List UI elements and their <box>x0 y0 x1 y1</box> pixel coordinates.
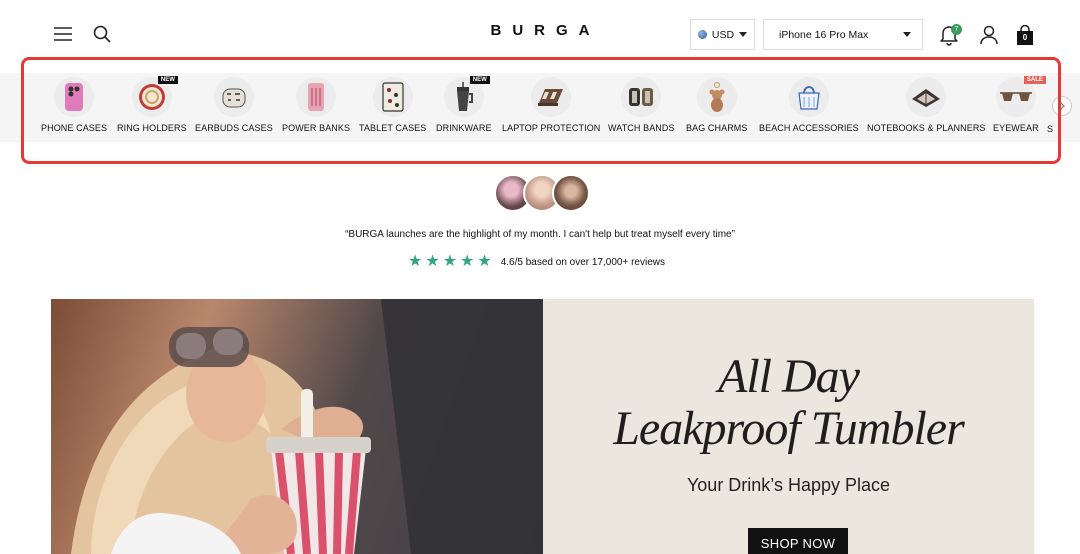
rating-text[interactable]: 4.6/5 based on over 17,000+ reviews <box>501 257 665 268</box>
category-bag-charms[interactable]: BAG CHARMS <box>686 77 748 133</box>
star-icon: ★ <box>442 253 458 270</box>
avatar <box>552 174 590 212</box>
star-icon: ★ <box>408 253 423 270</box>
category-earbuds-cases[interactable]: EARBUDS CASES <box>195 77 273 133</box>
search-icon[interactable] <box>89 22 115 46</box>
new-badge: NEW <box>469 76 490 84</box>
hero-banner[interactable]: All Day Leakproof Tumbler Your Drink’s H… <box>51 299 1034 554</box>
device-model-value: iPhone 16 Pro Max <box>779 28 869 41</box>
notebook-icon <box>906 77 947 117</box>
currency-value: USD <box>711 28 735 41</box>
category-notebooks-planners[interactable]: NOTEBOOKS & PLANNERS <box>867 77 986 133</box>
category-label: PHONE CASES <box>41 123 108 133</box>
category-label: EYEWEAR <box>993 123 1039 133</box>
category-label: BAG CHARMS <box>686 123 748 133</box>
chevron-down-icon <box>903 32 911 37</box>
phone-case-icon <box>54 77 95 117</box>
hero-title-line1: All Day <box>718 350 860 403</box>
category-label: RING HOLDERS <box>117 123 187 133</box>
category-label: NOTEBOOKS & PLANNERS <box>867 123 986 133</box>
hero-title: All Day Leakproof Tumbler <box>543 351 1034 455</box>
power-bank-icon <box>296 77 337 117</box>
category-phone-cases[interactable]: PHONE CASES <box>41 77 107 133</box>
shop-now-button[interactable]: SHOP NOW <box>748 528 848 554</box>
ring-holder-icon: NEW <box>131 76 178 117</box>
site-header: BURGA USD iPhone 16 Pro Max 7 0 <box>0 0 1080 68</box>
new-badge: NEW <box>157 76 178 84</box>
device-model-select[interactable]: iPhone 16 Pro Max <box>763 19 923 50</box>
rating-summary: ★ ★ ★ ★ ★ 4.6/5 based on over 17,000+ re… <box>408 254 665 270</box>
currency-selector[interactable]: USD <box>690 19 755 50</box>
category-watch-bands[interactable]: WATCH BANDS <box>608 77 675 133</box>
category-label: LAPTOP PROTECTION <box>502 123 601 133</box>
category-label: BEACH ACCESSORIES <box>759 123 859 133</box>
account-icon[interactable] <box>977 23 1001 47</box>
category-drinkware[interactable]: NEW DRINKWARE <box>436 76 492 133</box>
sale-badge: SALE <box>1023 76 1046 84</box>
beach-bag-icon <box>788 77 829 117</box>
category-label: EARBUDS CASES <box>195 123 273 133</box>
category-label: POWER BANKS <box>282 123 351 133</box>
chevron-down-icon <box>739 32 748 37</box>
cart-count: 0 <box>1022 33 1028 42</box>
tablet-case-icon <box>372 77 413 117</box>
watch-band-icon <box>621 77 662 117</box>
laptop-sleeve-icon <box>531 77 572 117</box>
customer-avatars <box>494 174 594 214</box>
hero-panel: All Day Leakproof Tumbler Your Drink’s H… <box>543 299 1034 554</box>
testimonial-quote: “BURGA launches are the highlight of my … <box>345 229 735 240</box>
category-ring-holders[interactable]: NEW RING HOLDERS <box>117 76 187 133</box>
category-beach-accessories[interactable]: BEACH ACCESSORIES <box>759 77 859 133</box>
star-icon: ★ <box>460 253 475 270</box>
category-label: DRINKWARE <box>436 123 492 133</box>
category-power-banks[interactable]: POWER BANKS <box>282 77 350 133</box>
star-rating: ★ ★ ★ ★ ★ <box>408 254 492 270</box>
notification-badge: 7 <box>951 24 962 35</box>
category-label-clipped[interactable]: S <box>1047 124 1053 134</box>
hamburger-menu-icon[interactable] <box>50 22 76 46</box>
sunglasses-icon: SALE <box>995 76 1046 117</box>
hero-title-line2: Leakproof Tumbler <box>613 402 965 455</box>
teddy-bear-charm-icon <box>696 77 737 117</box>
star-icon: ★ <box>425 253 440 270</box>
hero-subtitle: Your Drink’s Happy Place <box>686 475 891 495</box>
globe-icon <box>697 30 707 39</box>
category-laptop-protection[interactable]: LAPTOP PROTECTION <box>502 77 600 133</box>
earbuds-case-icon <box>213 77 254 117</box>
star-icon: ★ <box>477 253 492 270</box>
tumbler-icon: NEW <box>443 76 490 117</box>
category-label: WATCH BANDS <box>608 123 675 133</box>
category-eyewear[interactable]: SALE EYEWEAR <box>993 76 1046 133</box>
hero-image <box>51 299 543 554</box>
category-tablet-cases[interactable]: TABLET CASES <box>359 77 426 133</box>
chevron-right-icon[interactable] <box>1052 96 1072 116</box>
category-label: TABLET CASES <box>359 123 427 133</box>
